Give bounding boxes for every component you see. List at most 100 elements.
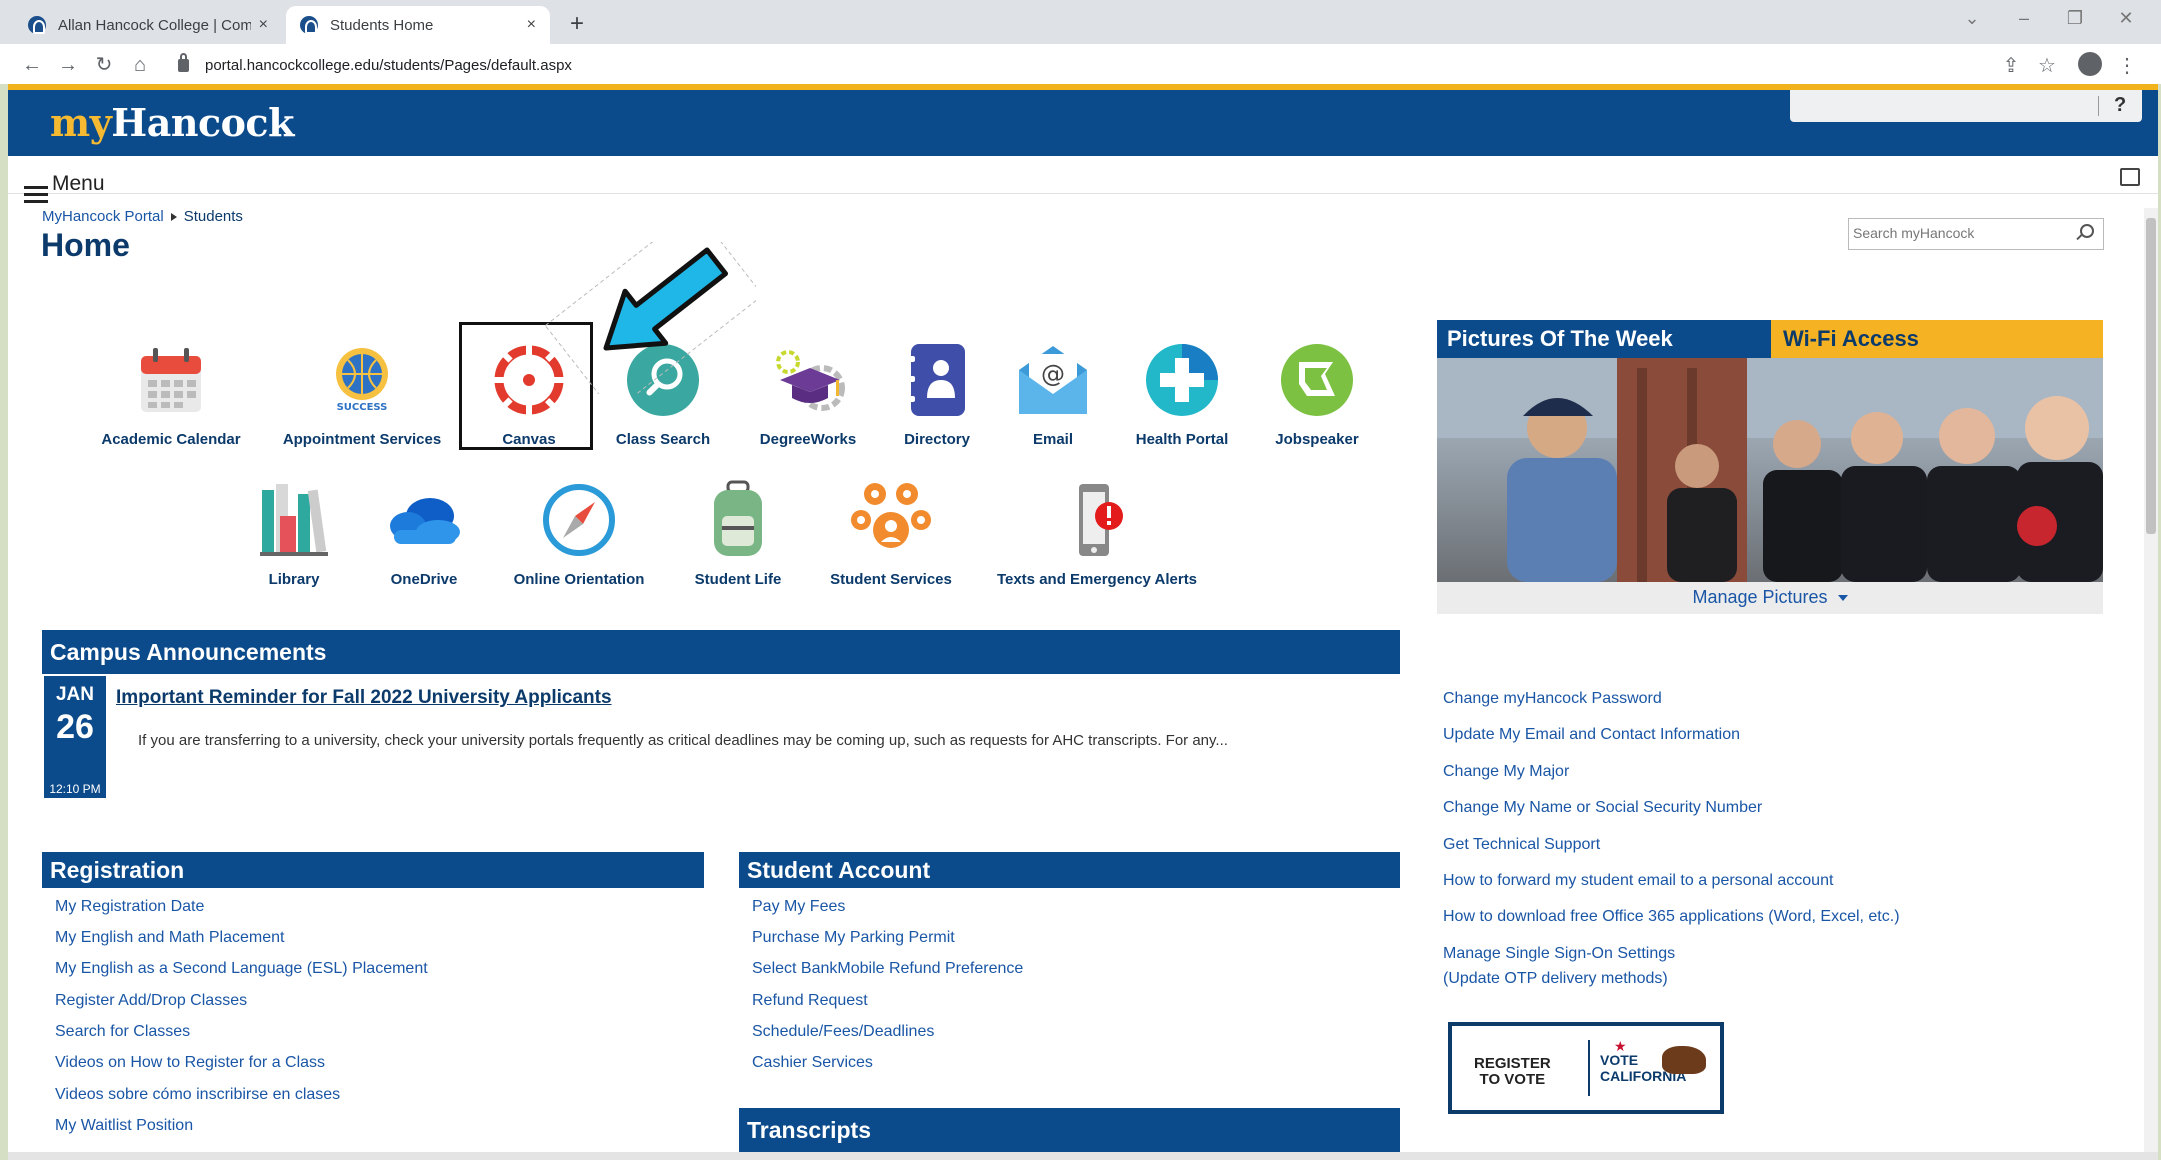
horizontal-scrollbar[interactable] <box>8 1152 2158 1160</box>
quick-link[interactable]: Get Technical Support <box>1443 836 1600 854</box>
transcripts-header: Transcripts <box>739 1108 1400 1152</box>
student-account-header: Student Account <box>739 852 1400 888</box>
back-icon[interactable]: ← <box>18 52 46 78</box>
quick-link[interactable]: Update My Email and Contact Information <box>1443 726 1740 744</box>
vote-line: VOTE <box>1600 1052 1639 1068</box>
logo-my: my <box>50 100 112 145</box>
registration-link[interactable]: Videos on How to Register for a Class <box>55 1054 325 1072</box>
myhancock-logo[interactable]: myHancock <box>50 100 294 145</box>
quick-link[interactable]: (Update OTP delivery methods) <box>1443 970 1668 988</box>
kebab-menu-icon[interactable]: ⋮ <box>2114 53 2140 78</box>
tab-close-icon[interactable]: × <box>259 16 268 34</box>
header-search-box[interactable] <box>1790 90 2142 122</box>
profile-avatar-icon[interactable] <box>2078 52 2102 76</box>
app-online-orientation[interactable]: Online Orientation <box>514 480 644 588</box>
manage-pictures-label: Manage Pictures <box>1692 587 1828 607</box>
registration-link[interactable]: Videos sobre cómo inscribirse en clases <box>55 1086 340 1104</box>
svg-text:SUCCESS: SUCCESS <box>337 402 388 413</box>
focus-content-icon[interactable] <box>2120 168 2140 186</box>
minimize-icon[interactable]: – <box>2004 8 2044 29</box>
app-onedrive[interactable]: OneDrive <box>359 480 489 588</box>
quick-link[interactable]: Change myHancock Password <box>1443 690 1662 708</box>
logo-hancock: Hancock <box>111 100 294 145</box>
student-account-link[interactable]: Cashier Services <box>752 1054 873 1072</box>
student-account-link[interactable]: Purchase My Parking Permit <box>752 929 955 947</box>
announcement-month: JAN <box>55 684 94 705</box>
app-student-life[interactable]: Student Life <box>673 480 803 588</box>
tab-pictures-of-the-week[interactable]: Pictures Of The Week <box>1437 320 1771 358</box>
quick-link[interactable]: How to forward my student email to a per… <box>1443 872 1833 890</box>
breadcrumb: MyHancock Portal Students <box>42 208 243 225</box>
manage-pictures-button[interactable]: Manage Pictures <box>1437 582 2103 614</box>
register-to-vote-banner[interactable]: REGISTER TO VOTE ★ VOTE CALIFORNIA <box>1448 1022 1724 1114</box>
successnet-icon: SUCCESS <box>336 348 388 413</box>
people-group-icon <box>851 483 931 548</box>
app-appointment-services[interactable]: SUCCESS Appointment Services <box>283 340 441 448</box>
quick-link[interactable]: Change My Name or Social Security Number <box>1443 799 1762 817</box>
registration-link[interactable]: My Waitlist Position <box>55 1117 193 1135</box>
window-close-icon[interactable]: ✕ <box>2106 8 2146 29</box>
restore-icon[interactable]: ❐ <box>2055 8 2095 29</box>
caret-down-icon <box>1837 595 1848 602</box>
browser-tab-students-home[interactable]: Students Home × <box>286 6 550 44</box>
site-search-input[interactable]: Search myHancock <box>1848 218 2104 250</box>
tab-wifi-access[interactable]: Wi-Fi Access <box>1771 320 2103 358</box>
browser-tab-bar: Allan Hancock College | Commu × Students… <box>0 0 2161 44</box>
student-account-link[interactable]: Select BankMobile Refund Preference <box>752 960 1023 978</box>
student-account-link[interactable]: Schedule/Fees/Deadlines <box>752 1023 934 1041</box>
header-divider <box>2098 96 2099 116</box>
breadcrumb-root-link[interactable]: MyHancock Portal <box>42 208 164 225</box>
tab-title: Allan Hancock College | Commu <box>58 16 251 34</box>
help-icon[interactable]: ? <box>2114 94 2126 117</box>
quick-link[interactable]: Manage Single Sign-On Settings <box>1443 945 1675 963</box>
search-icon[interactable] <box>2080 224 2094 238</box>
registration-link[interactable]: Search for Classes <box>55 1023 190 1041</box>
firefighter-photo-image <box>1437 358 2103 582</box>
tab-close-icon[interactable]: × <box>527 16 536 34</box>
svg-text:@: @ <box>1041 360 1065 388</box>
url-text: portal.hancockcollege.edu/students/Pages… <box>205 56 572 74</box>
browser-tab-ahc[interactable]: Allan Hancock College | Commu × <box>14 6 282 44</box>
left-frame <box>0 84 8 1160</box>
portal-page: myHancock ? Menu MyHancock Portal Student… <box>8 84 2158 1160</box>
new-tab-button[interactable]: + <box>562 10 592 40</box>
california-bear-icon <box>1662 1046 1706 1074</box>
breadcrumb-current[interactable]: Students <box>184 208 243 225</box>
announcement-summary: If you are transferring to a university,… <box>138 732 1228 749</box>
share-icon[interactable]: ⇪ <box>1998 53 2024 78</box>
announcement-day: 26 <box>56 708 94 746</box>
registration-link[interactable]: My Registration Date <box>55 898 204 916</box>
announcement-date-badge: JAN 26 12:10 PM <box>44 676 106 798</box>
student-account-link[interactable]: Refund Request <box>752 992 868 1010</box>
site-header: myHancock ? <box>8 84 2158 156</box>
campus-announcements-header: Campus Announcements <box>42 630 1400 674</box>
app-jobspeaker[interactable]: Jobspeaker <box>1252 340 1382 448</box>
hamburger-icon[interactable] <box>24 186 48 204</box>
backpack-icon <box>714 480 762 556</box>
annotation-arrow-icon <box>544 242 756 394</box>
quick-link[interactable]: How to download free Office 365 applicat… <box>1443 908 1900 926</box>
tab-search-icon[interactable]: ⌄ <box>1952 8 1992 29</box>
quick-link[interactable]: Change My Major <box>1443 763 1569 781</box>
bookmark-star-icon[interactable]: ☆ <box>2034 53 2060 78</box>
app-academic-calendar[interactable]: Academic Calendar <box>101 340 241 448</box>
registration-link[interactable]: My English and Math Placement <box>55 929 284 947</box>
envelope-icon: @ <box>1019 346 1087 414</box>
pictures-of-the-week-photo <box>1437 358 2103 582</box>
reload-icon[interactable]: ↻ <box>90 52 118 78</box>
menu-button[interactable]: Menu <box>52 172 105 196</box>
registration-header: Registration <box>42 852 704 888</box>
app-texts-emergency-alerts[interactable]: Texts and Emergency Alerts <box>997 480 1197 588</box>
url-field[interactable]: portal.hancockcollege.edu/students/Pages… <box>164 50 1984 80</box>
lock-icon <box>178 52 189 72</box>
announcement-headline-link[interactable]: Important Reminder for Fall 2022 Univers… <box>116 687 612 709</box>
vertical-scroll-thumb[interactable] <box>2146 218 2156 534</box>
app-student-services[interactable]: Student Services <box>826 480 956 588</box>
registration-link[interactable]: Register Add/Drop Classes <box>55 992 247 1010</box>
student-account-link[interactable]: Pay My Fees <box>752 898 845 916</box>
address-bar-row: ← → ↻ ⌂ portal.hancockcollege.edu/studen… <box>0 44 2161 86</box>
registration-link[interactable]: My English as a Second Language (ESL) Pl… <box>55 960 428 978</box>
forward-icon[interactable]: → <box>54 52 82 78</box>
home-icon[interactable]: ⌂ <box>126 52 154 78</box>
vote-line: TO VOTE <box>1479 1071 1546 1088</box>
